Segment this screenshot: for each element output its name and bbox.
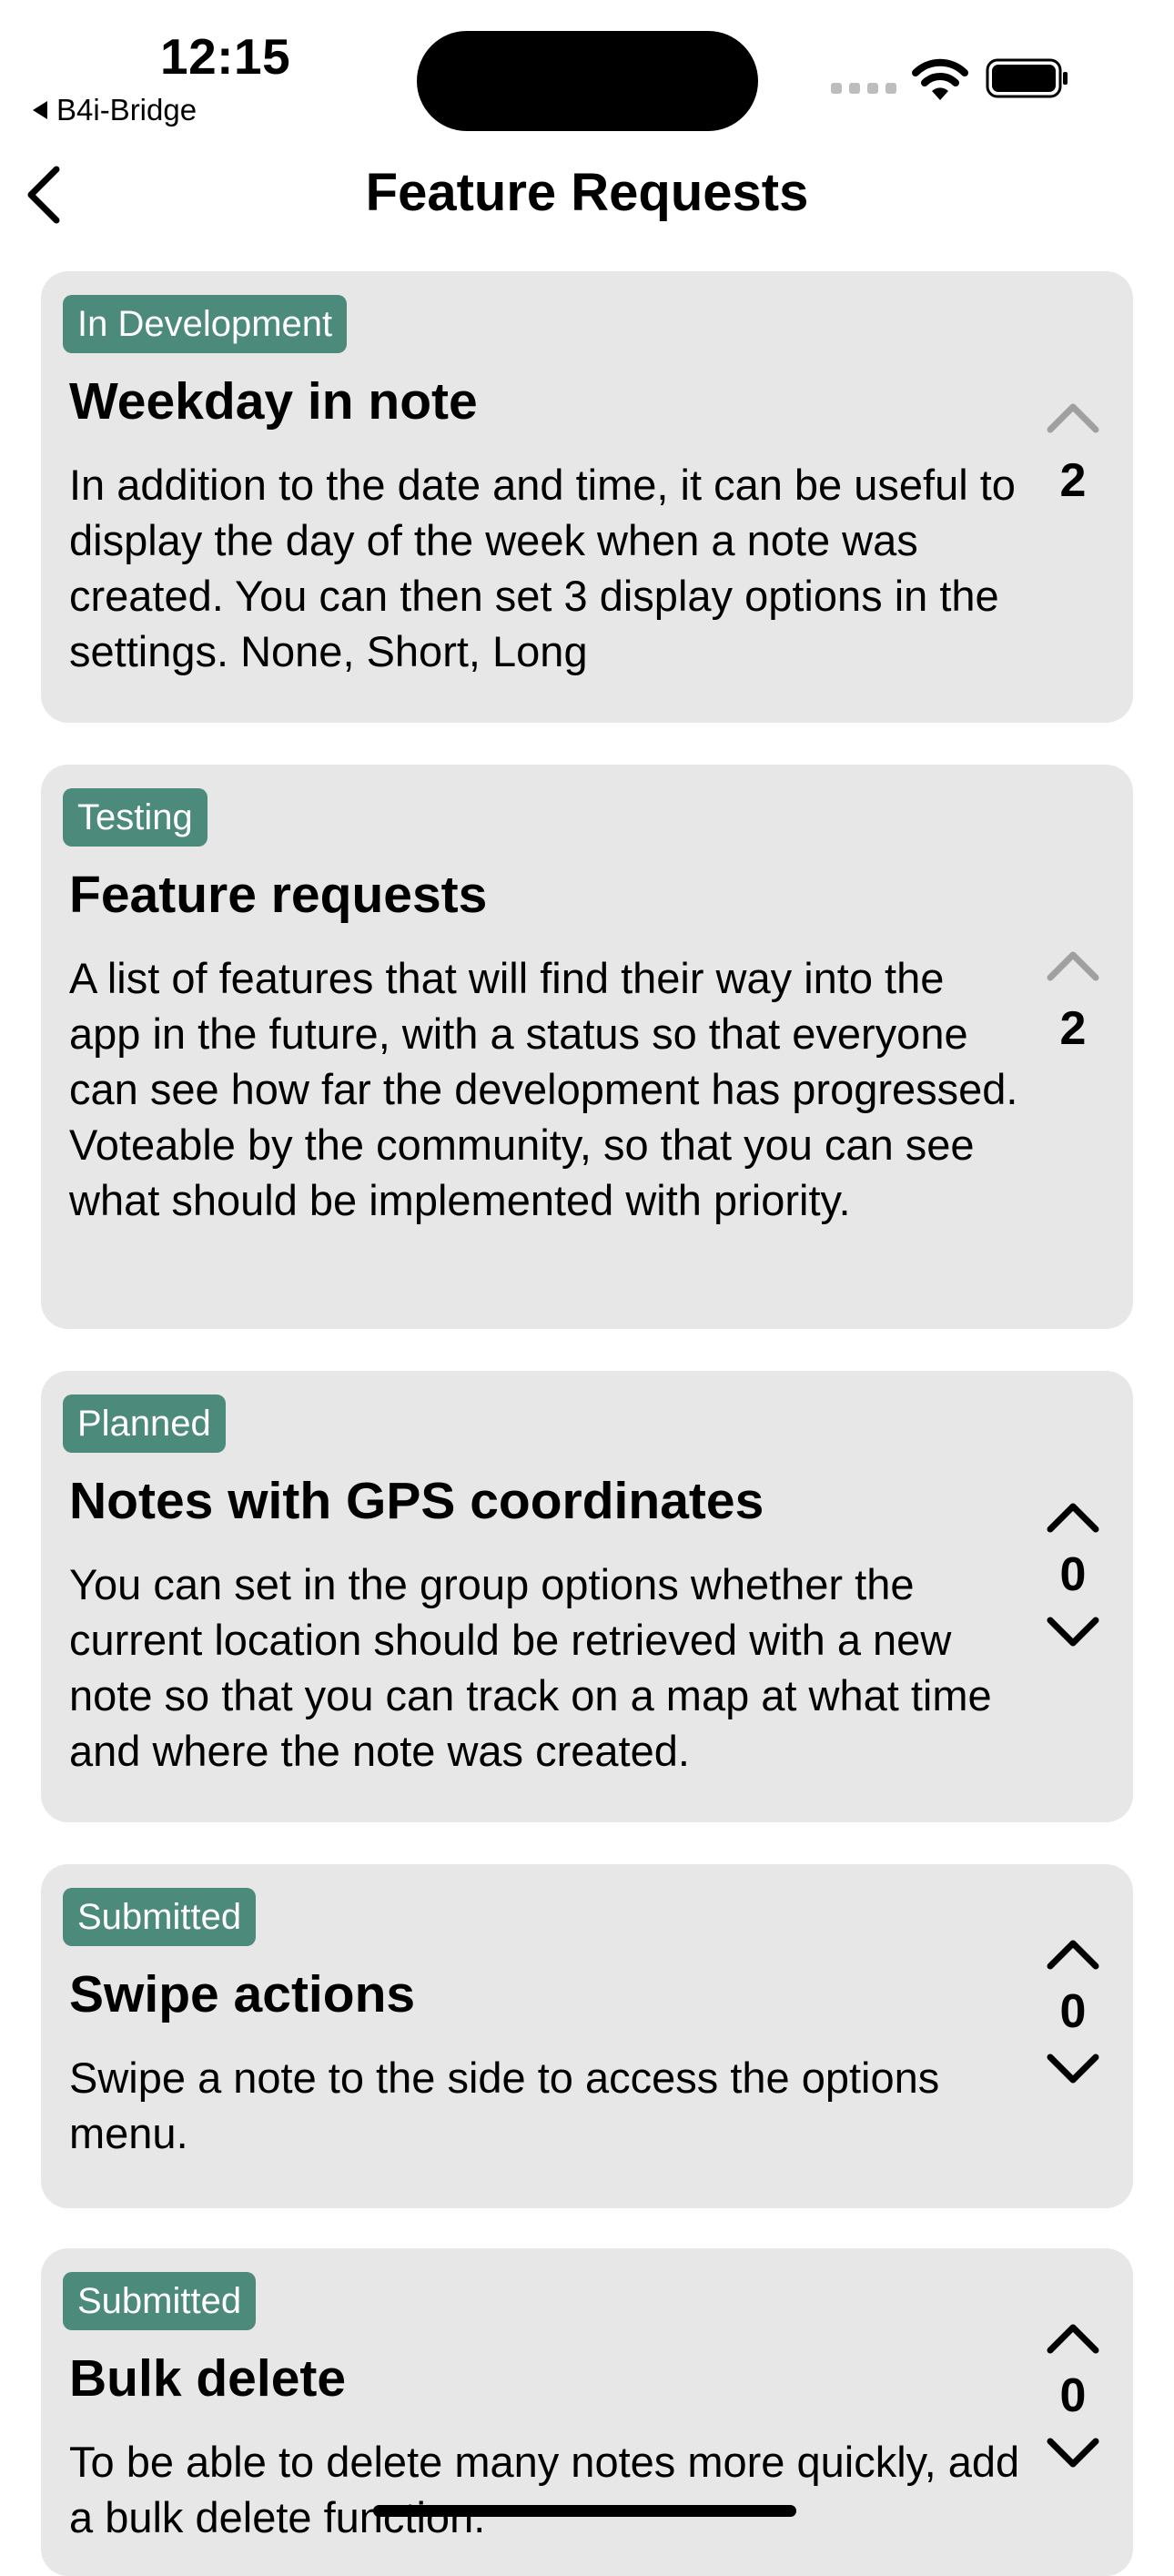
vote-count: 0 (1059, 2369, 1087, 2422)
back-app-label: B4i-Bridge (56, 93, 197, 127)
vote-count: 0 (1059, 1548, 1087, 1601)
status-badge: Planned (63, 1394, 226, 1453)
page-title: Feature Requests (365, 163, 809, 222)
vote-control: 2 (1037, 399, 1109, 508)
downvote-chevron-down-icon[interactable] (1045, 2436, 1101, 2472)
upvote-chevron-up-icon (1047, 403, 1099, 433)
feature-card: Submitted Swipe actions Swipe a note to … (41, 1864, 1133, 2208)
feature-title: Notes with GPS coordinates (69, 1472, 764, 1530)
feature-title: Swipe actions (69, 1965, 416, 2023)
vote-control: 0 (1037, 1498, 1109, 1651)
dynamic-island (417, 31, 758, 131)
back-triangle-icon (33, 101, 47, 119)
feature-description: A list of features that will find their … (69, 954, 1018, 1224)
back-to-app-link[interactable]: B4i-Bridge (33, 93, 197, 127)
battery-icon (986, 58, 1068, 98)
home-indicator[interactable] (373, 2505, 796, 2517)
feature-title: Bulk delete (69, 2349, 347, 2408)
status-time: 12:15 (160, 28, 291, 85)
vote-control: 0 (1037, 1935, 1109, 2088)
status-badge: Testing (63, 788, 207, 847)
feature-description: You can set in the group options whether… (69, 1560, 992, 1775)
feature-card: Testing Feature requests A list of featu… (41, 765, 1133, 1329)
feature-card: Submitted Bulk delete To be able to dele… (41, 2248, 1133, 2576)
downvote-chevron-down-icon[interactable] (1045, 2052, 1101, 2088)
vote-control: 0 (1037, 2319, 1109, 2472)
feature-description: Swipe a note to the side to access the o… (69, 2054, 940, 2157)
upvote-chevron-up-icon[interactable] (1045, 1935, 1101, 1972)
wifi-icon (912, 58, 968, 100)
status-badge: In Development (63, 295, 348, 353)
vote-control: 2 (1037, 947, 1109, 1056)
status-badge: Submitted (63, 2272, 257, 2330)
feature-description: In addition to the date and time, it can… (69, 461, 1016, 675)
status-badge: Submitted (63, 1888, 257, 1946)
downvote-chevron-down-icon[interactable] (1045, 1615, 1101, 1651)
feature-title: Weekday in note (69, 372, 478, 431)
upvote-chevron-up-icon[interactable] (1045, 2319, 1101, 2356)
vote-count: 2 (1059, 454, 1087, 507)
upvote-chevron-up-icon (1047, 951, 1099, 981)
feature-card: Planned Notes with GPS coordinates You c… (41, 1371, 1133, 1822)
feature-description: To be able to delete many notes more qui… (69, 2438, 1020, 2541)
feature-title: Feature requests (69, 866, 488, 924)
upvote-chevron-up-icon[interactable] (1045, 1498, 1101, 1535)
vote-count: 2 (1059, 1002, 1087, 1055)
feature-card: In Development Weekday in note In additi… (41, 271, 1133, 723)
vote-count: 0 (1059, 1985, 1087, 2038)
cellular-signal-icon (831, 83, 896, 94)
